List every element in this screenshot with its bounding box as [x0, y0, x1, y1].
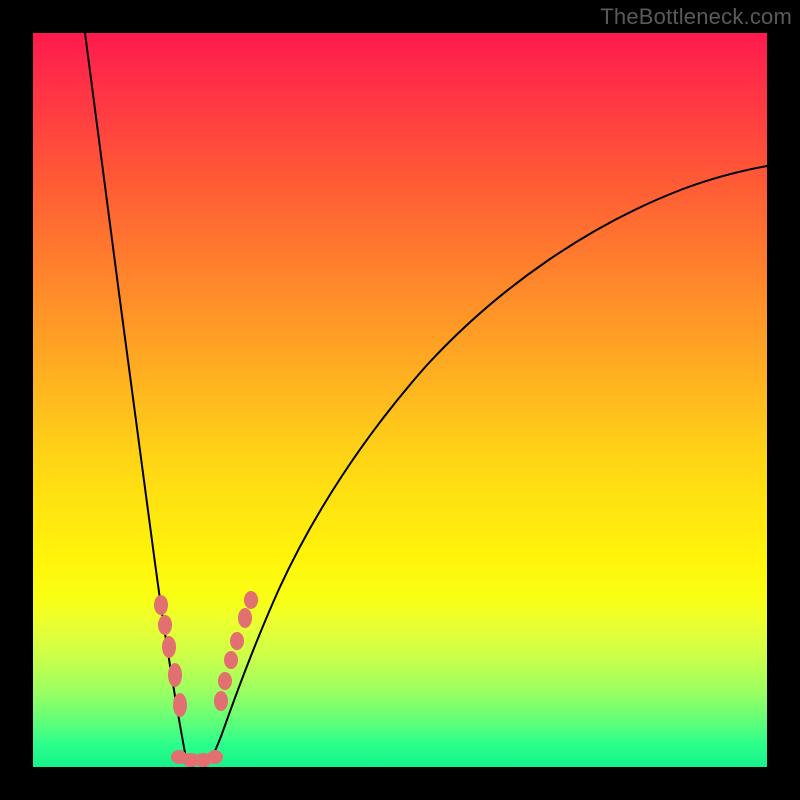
left-curve	[85, 33, 193, 766]
watermark-text: TheBottleneck.com	[600, 4, 792, 30]
chart-frame: TheBottleneck.com	[0, 0, 800, 800]
right-curve	[205, 166, 767, 766]
valley-markers	[171, 750, 223, 767]
left-curve-markers	[154, 595, 187, 717]
chart-svg	[33, 33, 767, 767]
plot-area	[33, 33, 767, 767]
